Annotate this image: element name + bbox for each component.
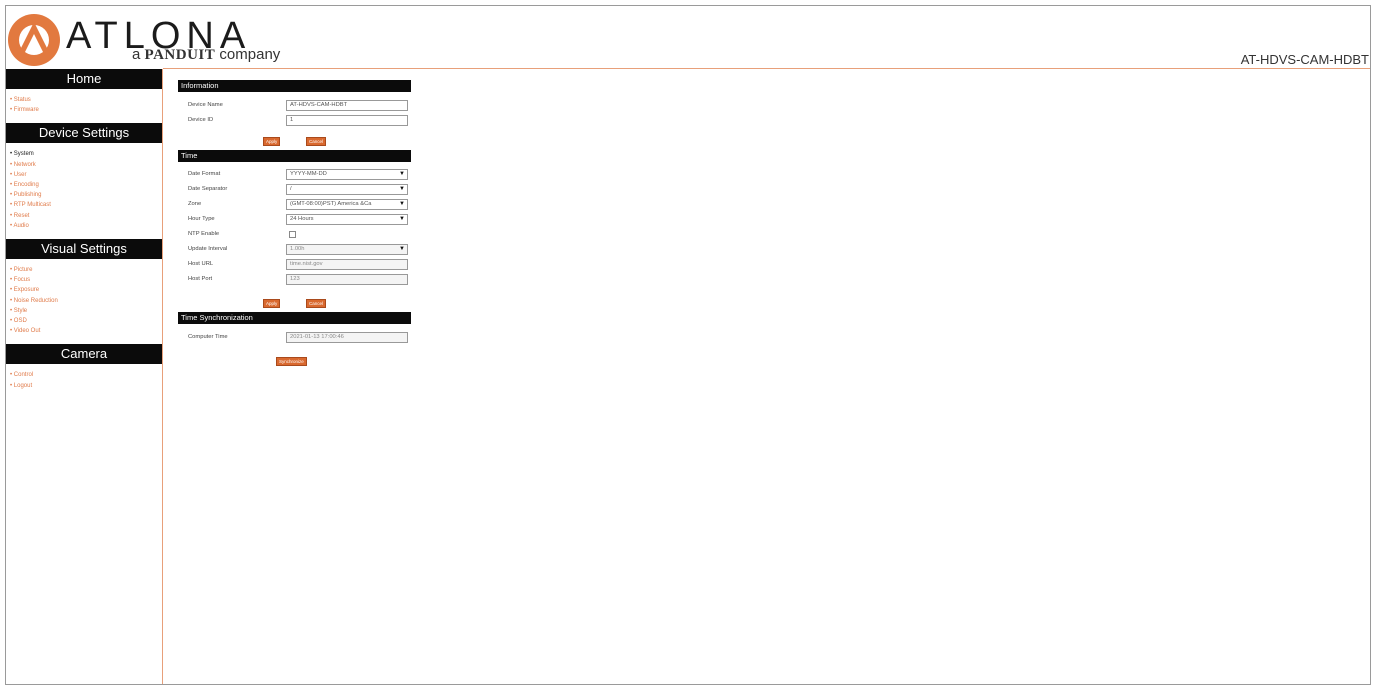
host-url-label: Host URL [188, 261, 214, 267]
sidebar-item-logout[interactable]: Logout [10, 381, 162, 391]
sidebar-item-rtp-multicast[interactable]: RTP Multicast [10, 200, 162, 210]
ntp-enable-row: NTP Enable [178, 228, 411, 243]
host-url-row: Host URL time.nist.gov [178, 258, 411, 273]
brand-tagline: a PANDUIT company [132, 46, 280, 64]
sidebar-item-user[interactable]: User [10, 170, 162, 180]
date-separator-select[interactable]: / [286, 184, 408, 195]
sidebar-item-publishing[interactable]: Publishing [10, 190, 162, 200]
sidebar-section-device-settings: Device Settings [6, 123, 162, 144]
model-name: AT-HDVS-CAM-HDBT [1240, 52, 1369, 67]
ntp-enable-label: NTP Enable [188, 231, 220, 237]
tagline-suffix: company [219, 46, 281, 63]
sidebar-item-style[interactable]: Style [10, 306, 162, 316]
sidebar-item-status[interactable]: Status [10, 95, 162, 105]
sync-buttons: Synchronize [178, 354, 411, 370]
sidebar-item-video-out[interactable]: Video Out [10, 326, 162, 336]
time-cancel-button[interactable]: Cancel [306, 299, 327, 308]
information-buttons: Apply Cancel [178, 134, 411, 150]
device-id-row: Device ID 1 [178, 114, 411, 129]
sidebar-list-device-settings: System Network User Encoding Publishing … [6, 143, 162, 239]
date-format-select[interactable]: YYYY-MM-DD [286, 169, 408, 180]
tagline-brand: PANDUIT [144, 47, 216, 63]
sidebar-list-home: Status Firmware [6, 89, 162, 123]
date-separator-row: Date Separator / [178, 183, 411, 198]
time-apply-button[interactable]: Apply [263, 299, 281, 308]
zone-label: Zone [188, 201, 202, 207]
sidebar-item-encoding[interactable]: Encoding [10, 180, 162, 190]
computer-time-input: 2021-01-13 17:00:46 [286, 332, 408, 343]
date-separator-label: Date Separator [188, 186, 228, 192]
sidebar-item-exposure[interactable]: Exposure [10, 285, 162, 295]
device-name-row: Device Name AT-HDVS-CAM-HDBT [178, 99, 411, 114]
synchronize-button[interactable]: Synchronize [276, 357, 307, 366]
zone-row: Zone (GMT-08:00)PST) America &Ca [178, 198, 411, 213]
computer-time-label: Computer Time [188, 334, 228, 340]
sidebar-section-visual-settings: Visual Settings [6, 239, 162, 260]
sidebar-item-network[interactable]: Network [10, 160, 162, 170]
date-format-row: Date Format YYYY-MM-DD [178, 168, 411, 183]
time-buttons: Apply Cancel [178, 296, 411, 312]
update-interval-select[interactable]: 1.00h [286, 244, 408, 255]
information-header: Information [178, 80, 411, 92]
sidebar-item-noise-reduction[interactable]: Noise Reduction [10, 296, 162, 306]
sidebar-item-focus[interactable]: Focus [10, 275, 162, 285]
time-header: Time [178, 150, 411, 162]
device-id-label: Device ID [188, 117, 214, 123]
host-port-row: Host Port 123 [178, 273, 411, 288]
sidebar-section-home: Home [6, 69, 162, 89]
header-divider [163, 68, 1370, 69]
sidebar-list-visual-settings: Picture Focus Exposure Noise Reduction S… [6, 259, 162, 344]
computer-time-row: Computer Time 2021-01-13 17:00:46 [178, 331, 411, 346]
host-port-input[interactable]: 123 [286, 274, 408, 285]
sidebar: Home Status Firmware Device Settings Sys… [6, 69, 163, 684]
information-apply-button[interactable]: Apply [263, 137, 281, 146]
sidebar-item-firmware[interactable]: Firmware [10, 105, 162, 115]
zone-select[interactable]: (GMT-08:00)PST) America &Ca [286, 199, 408, 210]
sidebar-item-picture[interactable]: Picture [10, 265, 162, 275]
ntp-enable-checkbox[interactable] [289, 231, 296, 238]
sidebar-section-camera: Camera [6, 344, 162, 365]
atlona-logo: ATLONA a PANDUIT company [6, 12, 280, 67]
tagline-prefix: a [132, 46, 141, 63]
sidebar-item-osd[interactable]: OSD [10, 316, 162, 326]
hour-type-select[interactable]: 24 Hours [286, 214, 408, 225]
update-interval-row: Update Interval 1.00h [178, 243, 411, 258]
system-settings-panel: Information Device Name AT-HDVS-CAM-HDBT… [178, 80, 411, 370]
hour-type-label: Hour Type [188, 216, 215, 222]
sidebar-item-reset[interactable]: Reset [10, 211, 162, 221]
device-name-label: Device Name [188, 102, 223, 108]
update-interval-label: Update Interval [188, 246, 228, 252]
device-name-input[interactable]: AT-HDVS-CAM-HDBT [286, 100, 408, 111]
information-cancel-button[interactable]: Cancel [306, 137, 327, 146]
sidebar-list-camera: Control Logout [6, 364, 162, 398]
atlona-mark-icon [8, 14, 60, 66]
sidebar-item-control[interactable]: Control [10, 370, 162, 380]
sidebar-item-audio[interactable]: Audio [10, 221, 162, 231]
sidebar-item-system[interactable]: System [10, 149, 162, 159]
device-id-input[interactable]: 1 [286, 115, 408, 126]
hour-type-row: Hour Type 24 Hours [178, 213, 411, 228]
host-port-label: Host Port [188, 276, 213, 282]
host-url-input[interactable]: time.nist.gov [286, 259, 408, 270]
time-sync-header: Time Synchronization [178, 312, 411, 324]
date-format-label: Date Format [188, 171, 221, 177]
